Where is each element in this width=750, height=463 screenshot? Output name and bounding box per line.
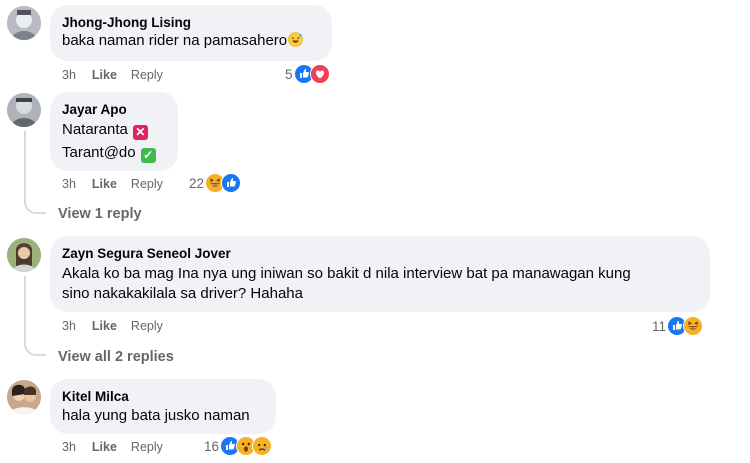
- like-button[interactable]: Like: [92, 177, 117, 191]
- like-button[interactable]: Like: [92, 440, 117, 454]
- like-button[interactable]: Like: [92, 68, 117, 82]
- comment-time[interactable]: 3h: [62, 177, 76, 191]
- comment-text: Nataranta: [62, 121, 128, 138]
- reaction-summary[interactable]: 11: [652, 316, 704, 336]
- thread-connector: [24, 200, 46, 214]
- comment-text-line: Tarant@do ✓: [62, 143, 166, 163]
- check-mark-icon: ✓: [140, 148, 156, 163]
- thread-connector: [24, 342, 46, 356]
- comment-actions: 3h Like Reply: [62, 176, 163, 192]
- thread-line: [24, 131, 26, 202]
- comment-text-line: Akala ko ba mag Ina nya ung iniwan so ba…: [62, 265, 631, 282]
- comment-bubble: Jhong-Jhong Lising baka naman rider na p…: [50, 5, 332, 61]
- comment-author[interactable]: Kitel Milca: [62, 388, 264, 405]
- view-replies-link[interactable]: View 1 reply: [58, 206, 142, 222]
- reaction-count: 22: [189, 175, 205, 191]
- comment-actions: 3h Like Reply: [62, 439, 163, 455]
- comment-time[interactable]: 3h: [62, 68, 76, 82]
- reply-button[interactable]: Reply: [131, 68, 163, 82]
- comment-author[interactable]: Jayar Apo: [62, 101, 166, 118]
- view-replies-link[interactable]: View all 2 replies: [58, 349, 174, 365]
- comment-author[interactable]: Zayn Segura Seneol Jover: [62, 245, 698, 262]
- comment-text-line: sino nakakakilala sa driver? Hahaha: [62, 285, 303, 302]
- comment-actions: 3h Like Reply: [62, 318, 163, 334]
- like-icon: [221, 173, 242, 193]
- sad-icon: [252, 436, 273, 456]
- comment-bubble: Kitel Milca hala yung bata jusko naman: [50, 379, 276, 434]
- comment-bubble: Jayar Apo Nataranta ✕ Tarant@do ✓: [50, 92, 178, 171]
- comment-text-line: baka naman rider na pamasahero: [62, 32, 288, 49]
- comment-time[interactable]: 3h: [62, 319, 76, 333]
- reaction-count: 5: [285, 66, 293, 82]
- reply-button[interactable]: Reply: [131, 440, 163, 454]
- comment-text: Tarant@do: [62, 144, 136, 161]
- like-button[interactable]: Like: [92, 319, 117, 333]
- reaction-count: 16: [204, 438, 220, 454]
- haha-icon: [683, 316, 704, 336]
- comment-actions: 3h Like Reply: [62, 67, 163, 83]
- comment-text: baka naman rider na pamasahero: [62, 31, 320, 51]
- avatar[interactable]: [7, 93, 41, 127]
- grinning-sweat-emoji-icon: [288, 32, 303, 47]
- reply-button[interactable]: Reply: [131, 319, 163, 333]
- reaction-summary[interactable]: 22: [189, 173, 242, 193]
- reaction-summary[interactable]: 5: [285, 64, 330, 84]
- avatar[interactable]: [7, 380, 41, 414]
- avatar[interactable]: [7, 238, 41, 272]
- reaction-count: 11: [652, 318, 667, 334]
- comment-text-line: Nataranta ✕: [62, 120, 166, 140]
- comment-bubble: Zayn Segura Seneol Jover Akala ko ba mag…: [50, 236, 710, 312]
- cross-mark-icon: ✕: [132, 125, 148, 140]
- comment-author[interactable]: Jhong-Jhong Lising: [62, 14, 320, 31]
- reply-button[interactable]: Reply: [131, 177, 163, 191]
- thread-line: [24, 276, 26, 344]
- comment-time[interactable]: 3h: [62, 440, 76, 454]
- comment-text-line: hala yung bata jusko naman: [62, 407, 250, 424]
- love-icon: [309, 64, 330, 84]
- reaction-summary[interactable]: 16: [204, 436, 273, 456]
- avatar[interactable]: [7, 6, 41, 40]
